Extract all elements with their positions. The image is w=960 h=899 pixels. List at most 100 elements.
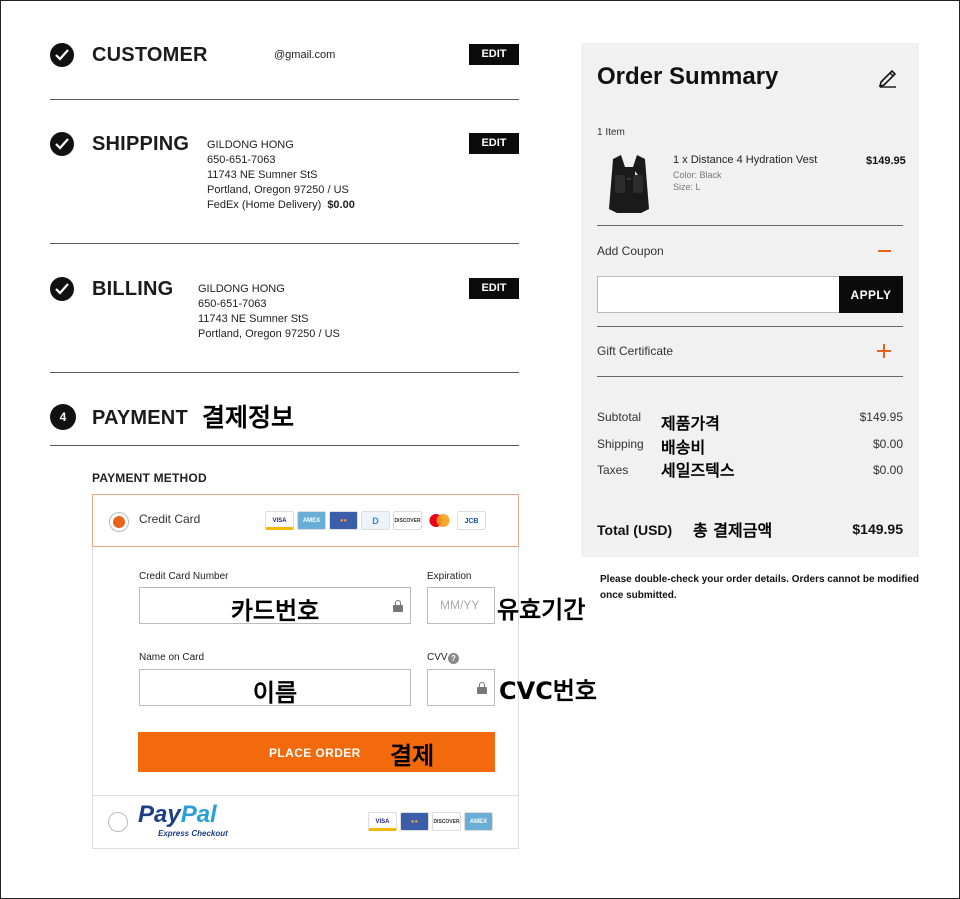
step-title-customer: CUSTOMER bbox=[92, 44, 208, 66]
name-annotation: 이름 bbox=[252, 679, 298, 707]
shipping-cost: $0.00 bbox=[327, 199, 355, 211]
amex-icon: AMEX bbox=[464, 812, 493, 831]
shipping-name: GILDONG HONG bbox=[207, 139, 294, 151]
item-price: $149.95 bbox=[866, 155, 906, 167]
total-label: Total (USD) bbox=[597, 522, 673, 538]
coupon-input[interactable] bbox=[597, 276, 840, 313]
plus-icon[interactable] bbox=[877, 344, 891, 358]
edit-shipping-button[interactable]: EDIT bbox=[469, 133, 519, 154]
item-name: 1 x Distance 4 Hydration Vest bbox=[673, 154, 818, 166]
taxes-value: $0.00 bbox=[872, 463, 903, 477]
shipping-street: 11743 NE Sumner StS bbox=[207, 169, 318, 181]
paypal-option[interactable]: PayPal Express Checkout VISA ●● DISCOVER… bbox=[92, 795, 519, 849]
card-number-label: Credit Card Number bbox=[139, 571, 229, 582]
shipping-method: FedEx (Home Delivery) bbox=[207, 199, 322, 211]
shipping-value: $0.00 bbox=[872, 437, 903, 451]
step-title-shipping: SHIPPING bbox=[92, 133, 190, 155]
place-order-button[interactable]: PLACE ORDER 결제 bbox=[138, 732, 495, 772]
lock-icon bbox=[477, 682, 487, 694]
total-value: $149.95 bbox=[852, 521, 903, 537]
shipping-annotation: 배송비 bbox=[661, 438, 706, 457]
step-title-payment: PAYMENT bbox=[92, 407, 188, 429]
paypal-card-logos: VISA ●● DISCOVER AMEX bbox=[368, 812, 493, 831]
name-on-card-label: Name on Card bbox=[139, 652, 205, 663]
order-notice: Please double-check your order details. … bbox=[600, 574, 919, 601]
total-annotation: 총 결제금액 bbox=[693, 521, 773, 540]
check-circle-icon bbox=[50, 43, 74, 67]
shipping-address: GILDONG HONG 650-651-7063 11743 NE Sumne… bbox=[207, 138, 355, 213]
credit-card-option[interactable]: Credit Card VISA AMEX ●● D DISCOVER JCB bbox=[92, 494, 519, 547]
order-summary-title: Order Summary bbox=[597, 63, 779, 90]
step-payment: 4 PAYMENT 결제정보 bbox=[50, 403, 520, 434]
shipping-label: Shipping bbox=[597, 437, 644, 451]
expiration-label: Expiration bbox=[427, 571, 472, 582]
item-count: 1 Item bbox=[597, 127, 625, 138]
divider bbox=[50, 372, 519, 373]
amex-icon: AMEX bbox=[297, 511, 326, 530]
customer-email: @gmail.com bbox=[274, 49, 336, 61]
visa-icon: VISA bbox=[368, 812, 397, 831]
expiration-annotation: 유효기간 bbox=[497, 596, 586, 624]
payment-annotation: 결제정보 bbox=[202, 403, 295, 432]
shipping-phone: 650-651-7063 bbox=[207, 154, 276, 166]
shipping-method-line: FedEx (Home Delivery) $0.00 bbox=[207, 198, 355, 213]
billing-city: Portland, Oregon 97250 / US bbox=[198, 328, 340, 340]
expiration-input[interactable]: MM/YY bbox=[427, 587, 495, 624]
divider bbox=[597, 376, 903, 377]
check-circle-icon bbox=[50, 277, 74, 301]
jcb-icon: JCB bbox=[457, 511, 486, 530]
maestro-icon: ●● bbox=[400, 812, 429, 831]
paypal-subtitle: Express Checkout bbox=[158, 829, 228, 838]
visa-icon: VISA bbox=[265, 511, 294, 530]
gift-certificate-label[interactable]: Gift Certificate bbox=[597, 344, 673, 358]
minus-icon[interactable] bbox=[878, 250, 891, 252]
lock-icon bbox=[393, 600, 403, 612]
subtotal-annotation: 제품가격 bbox=[661, 414, 720, 433]
card-number-annotation: 카드번호 bbox=[230, 597, 320, 625]
shipping-city: Portland, Oregon 97250 / US bbox=[207, 184, 349, 196]
card-number-input[interactable]: 카드번호 bbox=[139, 587, 411, 625]
place-order-annotation: 결제 bbox=[390, 742, 435, 770]
subtotal-label: Subtotal bbox=[597, 410, 642, 424]
hydration-vest-image bbox=[605, 153, 653, 215]
add-coupon-label[interactable]: Add Coupon bbox=[597, 244, 664, 258]
step-title-billing: BILLING bbox=[92, 278, 174, 300]
edit-billing-button[interactable]: EDIT bbox=[469, 278, 519, 299]
diners-icon: D bbox=[361, 511, 390, 530]
divider bbox=[597, 225, 903, 226]
item-color: Color: Black bbox=[673, 170, 722, 180]
discover-icon: DISCOVER bbox=[432, 812, 461, 831]
discover-icon: DISCOVER bbox=[393, 511, 422, 530]
step-billing: BILLING GILDONG HONG 650-651-7063 11743 … bbox=[50, 277, 520, 347]
divider bbox=[597, 326, 903, 327]
taxes-label: Taxes bbox=[597, 463, 629, 477]
pencil-icon[interactable] bbox=[877, 66, 899, 88]
subtotal-value: $149.95 bbox=[859, 410, 903, 424]
mastercard-icon bbox=[425, 511, 454, 530]
billing-address: GILDONG HONG 650-651-7063 11743 NE Sumne… bbox=[198, 282, 340, 342]
cvv-input[interactable] bbox=[427, 669, 495, 706]
help-icon[interactable]: ? bbox=[448, 653, 459, 664]
maestro-icon: ●● bbox=[329, 511, 358, 530]
divider bbox=[50, 445, 519, 446]
name-on-card-input[interactable]: 이름 bbox=[139, 669, 411, 707]
credit-card-label: Credit Card bbox=[139, 512, 201, 526]
taxes-annotation: 세일즈텍스 bbox=[661, 461, 735, 480]
credit-card-radio[interactable] bbox=[109, 512, 129, 532]
billing-street: 11743 NE Sumner StS bbox=[198, 313, 309, 325]
item-size: Size: L bbox=[673, 182, 701, 192]
edit-customer-button[interactable]: EDIT bbox=[469, 44, 519, 65]
apply-coupon-button[interactable]: APPLY bbox=[839, 276, 903, 313]
step-number-badge: 4 bbox=[50, 404, 76, 430]
divider bbox=[50, 243, 519, 244]
step-shipping: SHIPPING GILDONG HONG 650-651-7063 11743… bbox=[50, 132, 520, 222]
billing-name: GILDONG HONG bbox=[198, 283, 285, 295]
step-customer: CUSTOMER @gmail.com EDIT bbox=[50, 43, 520, 73]
order-summary-panel: Order Summary 1 Item 1 x Distance 4 Hydr… bbox=[581, 43, 919, 557]
card-logos: VISA AMEX ●● D DISCOVER JCB bbox=[265, 511, 486, 530]
expiration-placeholder: MM/YY bbox=[440, 598, 480, 612]
place-order-label: PLACE ORDER bbox=[269, 746, 361, 760]
paypal-radio[interactable] bbox=[108, 812, 128, 832]
divider bbox=[50, 99, 519, 100]
payment-method-label: PAYMENT METHOD bbox=[92, 471, 207, 485]
